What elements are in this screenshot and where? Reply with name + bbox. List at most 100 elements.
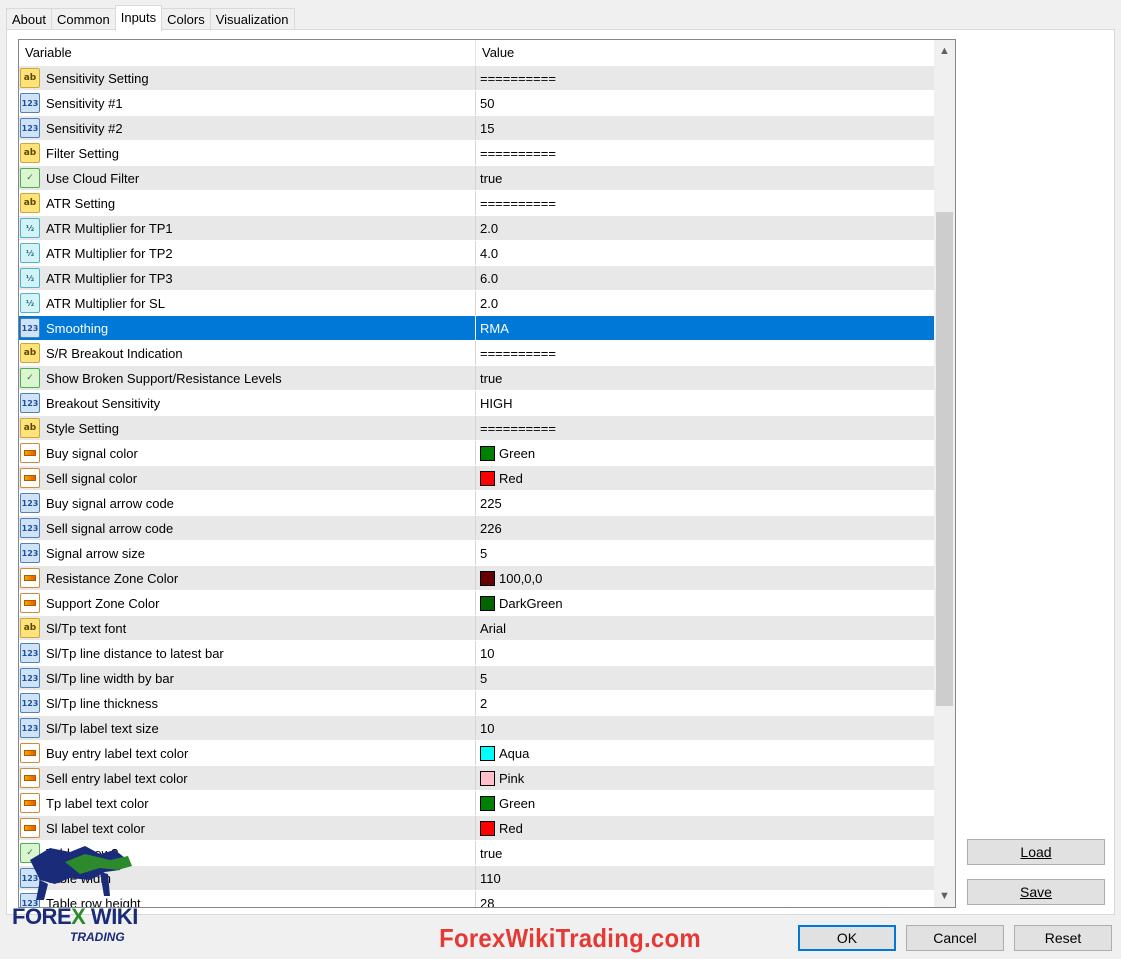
value-cell[interactable]: Red [476,816,934,840]
variable-cell[interactable]: Sl label text color [19,816,476,840]
variable-cell[interactable]: ½ ATR Multiplier for SL [19,291,476,315]
value-cell[interactable]: 10 [476,716,934,740]
load-button[interactable]: Load [967,839,1105,865]
value-cell[interactable]: 50 [476,91,934,115]
table-row[interactable]: Support Zone Color DarkGreen [19,591,934,616]
value-cell[interactable]: RMA [476,316,934,340]
table-row[interactable]: ab Filter Setting ========== [19,141,934,166]
variable-cell[interactable]: 123 Sl/Tp line distance to latest bar [19,641,476,665]
value-cell[interactable]: ========== [476,341,934,365]
variable-cell[interactable]: 123 Sensitivity #2 [19,116,476,140]
value-cell[interactable]: 5 [476,541,934,565]
value-cell[interactable]: ========== [476,141,934,165]
table-row[interactable]: Sell entry label text color Pink [19,766,934,791]
variable-cell[interactable]: 123 Sell signal arrow code [19,516,476,540]
table-row[interactable]: 123 Sensitivity #2 15 [19,116,934,141]
variable-cell[interactable]: ab S/R Breakout Indication [19,341,476,365]
value-cell[interactable]: Arial [476,616,934,640]
table-row[interactable]: ½ ATR Multiplier for TP2 4.0 [19,241,934,266]
value-cell[interactable]: true [476,841,934,865]
value-cell[interactable]: 226 [476,516,934,540]
table-row[interactable]: 123 Smoothing RMA [19,316,934,341]
table-row[interactable]: 123Table width110 [19,866,934,891]
variable-cell[interactable]: ½ ATR Multiplier for TP2 [19,241,476,265]
value-cell[interactable]: DarkGreen [476,591,934,615]
variable-cell[interactable]: ✓ Use Cloud Filter [19,166,476,190]
variable-cell[interactable]: Sell signal color [19,466,476,490]
variable-cell[interactable]: ½ ATR Multiplier for TP3 [19,266,476,290]
ok-button[interactable]: OK [798,925,896,951]
table-row[interactable]: ab Style Setting ========== [19,416,934,441]
variable-cell[interactable]: ab Sensitivity Setting [19,66,476,90]
table-row[interactable]: 123 Sensitivity #1 50 [19,91,934,116]
value-cell[interactable]: Green [476,791,934,815]
variable-cell[interactable]: Buy entry label text color [19,741,476,765]
variable-cell[interactable]: 123 Smoothing [19,316,476,340]
value-cell[interactable]: 4.0 [476,241,934,265]
variable-cell[interactable]: 123 Sl/Tp line width by bar [19,666,476,690]
table-row[interactable]: 123 Sl/Tp line width by bar 5 [19,666,934,691]
save-button[interactable]: Save [967,879,1105,905]
value-cell[interactable]: true [476,366,934,390]
variable-cell[interactable]: 123 Buy signal arrow code [19,491,476,515]
table-row[interactable]: 123 Signal arrow size 5 [19,541,934,566]
value-cell[interactable]: 6.0 [476,266,934,290]
table-row[interactable]: ab S/R Breakout Indication ========== [19,341,934,366]
scroll-up-icon[interactable]: ▲ [934,40,955,62]
value-cell[interactable]: 10 [476,641,934,665]
scrollbar-thumb[interactable] [936,212,953,706]
variable-cell[interactable]: 123 Signal arrow size [19,541,476,565]
variable-cell[interactable]: Resistance Zone Color [19,566,476,590]
table-row[interactable]: ½ ATR Multiplier for TP3 6.0 [19,266,934,291]
value-cell[interactable]: ========== [476,66,934,90]
table-row[interactable]: ab ATR Setting ========== [19,191,934,216]
table-row[interactable]: ✓ Show Broken Support/Resistance Levels tr… [19,366,934,391]
tab-inputs[interactable]: Inputs [114,5,163,31]
table-row[interactable]: 123 Buy signal arrow code 225 [19,491,934,516]
table-row[interactable]: 123 Sl/Tp label text size 10 [19,716,934,741]
table-row[interactable]: ½ ATR Multiplier for TP1 2.0 [19,216,934,241]
value-cell[interactable]: ========== [476,191,934,215]
variable-cell[interactable]: ab Filter Setting [19,141,476,165]
column-header-value[interactable]: Value [476,40,934,66]
table-row[interactable]: Tp label text color Green [19,791,934,816]
variable-cell[interactable]: ab Style Setting [19,416,476,440]
table-row[interactable]: Buy entry label text color Aqua [19,741,934,766]
variable-cell[interactable]: Tp label text color [19,791,476,815]
table-row[interactable]: ✓ Use Cloud Filter true [19,166,934,191]
variable-cell[interactable]: ab ATR Setting [19,191,476,215]
table-row[interactable]: Buy signal color Green [19,441,934,466]
value-cell[interactable]: 15 [476,116,934,140]
table-row[interactable]: 123 Breakout Sensitivity HIGH [19,391,934,416]
variable-cell[interactable]: ✓ Show Broken Support/Resistance Levels [19,366,476,390]
variable-cell[interactable]: ab Sl/Tp text font [19,616,476,640]
table-row[interactable]: ab Sl/Tp text font Arial [19,616,934,641]
value-cell[interactable]: 100,0,0 [476,566,934,590]
variable-cell[interactable]: 123 Sl/Tp label text size [19,716,476,740]
value-cell[interactable]: 225 [476,491,934,515]
table-row[interactable]: ab Sensitivity Setting ========== [19,66,934,91]
tab-common[interactable]: Common [50,8,116,31]
table-row[interactable]: ✓Table show?true [19,841,934,866]
value-cell[interactable]: Green [476,441,934,465]
scroll-down-icon[interactable]: ▼ [934,885,955,907]
variable-cell[interactable]: Buy signal color [19,441,476,465]
value-cell[interactable]: Aqua [476,741,934,765]
vertical-scrollbar[interactable]: ▲ ▼ [934,40,955,907]
table-row[interactable]: ½ ATR Multiplier for SL 2.0 [19,291,934,316]
tab-visualization[interactable]: Visualization [209,8,295,31]
tab-colors[interactable]: Colors [161,8,211,31]
variable-cell[interactable]: Support Zone Color [19,591,476,615]
value-cell[interactable]: 2.0 [476,216,934,240]
table-row[interactable]: Resistance Zone Color 100,0,0 [19,566,934,591]
variable-cell[interactable]: 123 Sl/Tp line thickness [19,691,476,715]
variable-cell[interactable]: ½ ATR Multiplier for TP1 [19,216,476,240]
value-cell[interactable]: 110 [476,866,934,890]
reset-button[interactable]: Reset [1014,925,1112,951]
value-cell[interactable]: 28 [476,891,934,908]
table-row[interactable]: 123 Sell signal arrow code 226 [19,516,934,541]
table-row[interactable]: 123 Sl/Tp line thickness 2 [19,691,934,716]
column-header-variable[interactable]: Variable [19,40,476,66]
variable-cell[interactable]: 123 Sensitivity #1 [19,91,476,115]
variable-cell[interactable]: Sell entry label text color [19,766,476,790]
